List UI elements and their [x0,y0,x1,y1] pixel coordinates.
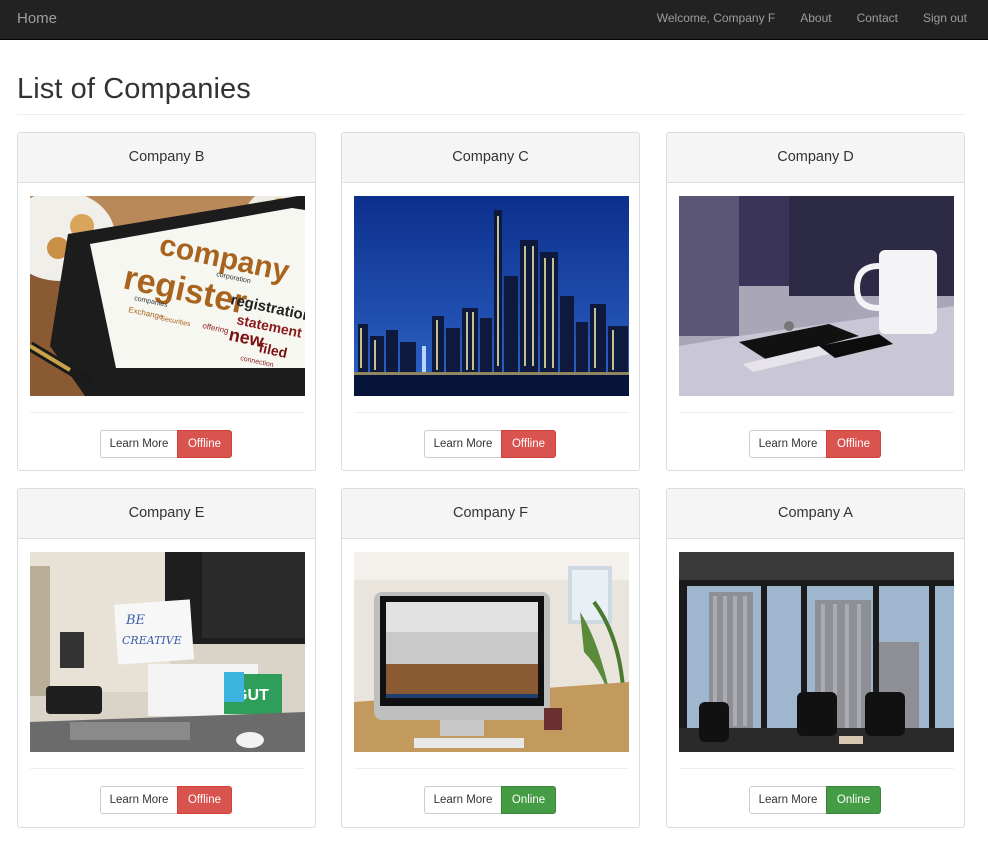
card-divider [679,768,954,769]
company-name: Company D [667,133,964,183]
status-button-offline[interactable]: Offline [826,430,881,458]
company-image: BE CREATIVE GUT [30,552,305,752]
company-name: Company C [342,133,639,183]
nav-right: Welcome, Company F About Contact Sign ou… [657,11,967,25]
learn-more-button[interactable]: Learn More [100,430,178,458]
company-image [679,196,954,396]
sign-out-link[interactable]: Sign out [923,11,967,25]
company-name: Company A [667,489,964,539]
learn-more-button[interactable]: Learn More [424,430,502,458]
status-button-offline[interactable]: Offline [177,786,232,814]
learn-more-button[interactable]: Learn More [424,786,502,814]
navbar: Home Welcome, Company F About Contact Si… [0,0,988,40]
sticky-note-text: CREATIVE [122,634,182,647]
card-actions: Learn More Offline [424,430,556,458]
status-button-offline[interactable]: Offline [177,430,232,458]
company-card: Company B company register registration … [17,132,316,471]
welcome-user-link[interactable]: Welcome, Company F [657,11,775,25]
company-card: Company F Learn More Online [341,488,640,828]
contact-link[interactable]: Contact [857,11,898,25]
company-image [354,552,629,752]
card-actions: Learn More Offline [100,786,232,814]
company-image: company register registration statement … [30,196,305,396]
card-actions: Learn More Offline [749,430,881,458]
company-card: Company E BE CREATIVE GUT Learn More Off… [17,488,316,828]
card-actions: Learn More Offline [100,430,232,458]
status-button-online[interactable]: Online [501,786,556,814]
learn-more-button[interactable]: Learn More [749,786,827,814]
card-divider [354,768,629,769]
company-card: Company D Learn More Offline [666,132,965,471]
company-name: Company F [342,489,639,539]
home-link[interactable]: Home [17,10,57,27]
title-divider [17,114,966,115]
page-title: List of Companies [17,73,251,105]
company-image [354,196,629,396]
about-link[interactable]: About [800,11,831,25]
status-button-online[interactable]: Online [826,786,881,814]
learn-more-button[interactable]: Learn More [749,430,827,458]
company-card: Company A Learn More Online [666,488,965,828]
card-actions: Learn More Online [749,786,881,814]
card-divider [354,412,629,413]
company-name: Company E [18,489,315,539]
company-name: Company B [18,133,315,183]
card-divider [30,412,305,413]
company-card: Company C Learn More Offline [341,132,640,471]
sticky-note-text: BE [125,613,146,628]
company-image [679,552,954,752]
status-button-offline[interactable]: Offline [501,430,556,458]
card-actions: Learn More Online [424,786,556,814]
card-divider [30,768,305,769]
learn-more-button[interactable]: Learn More [100,786,178,814]
card-divider [679,412,954,413]
